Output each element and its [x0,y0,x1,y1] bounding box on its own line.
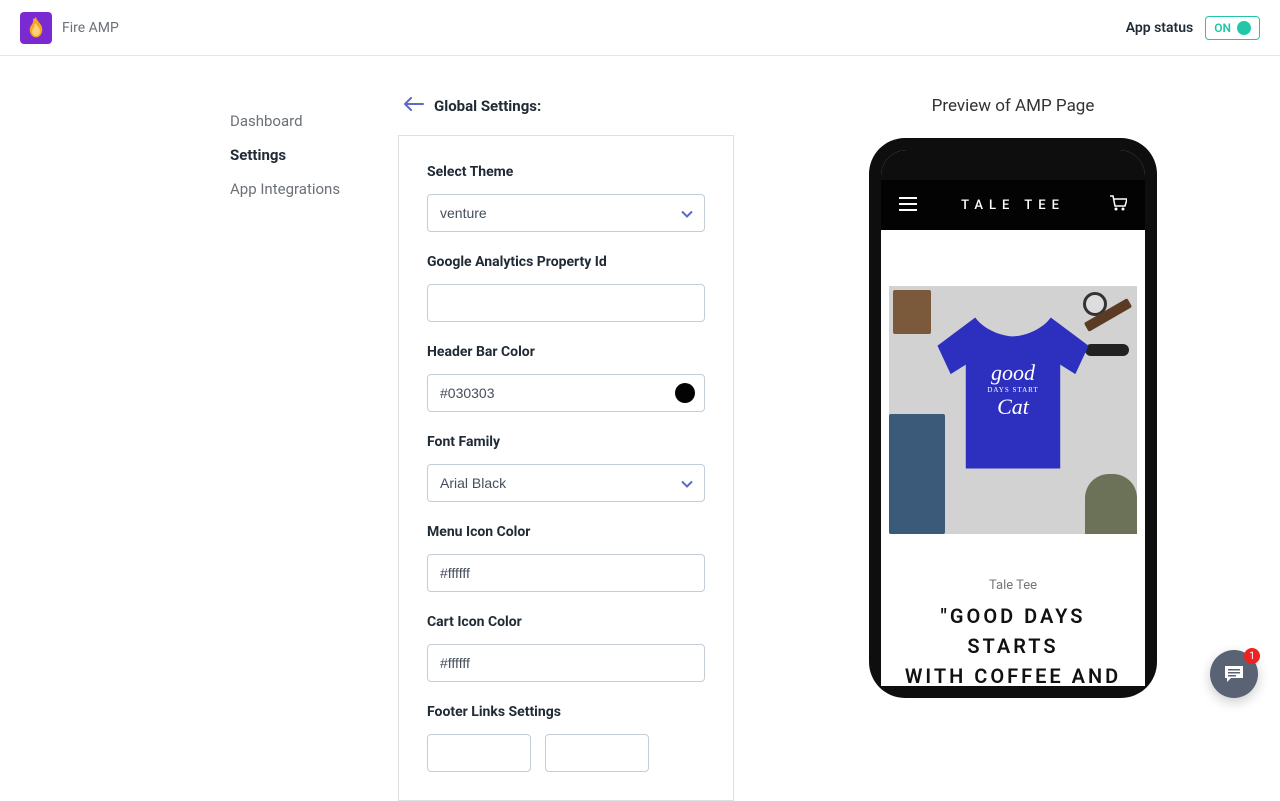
product-title: "GOOD DAYS STARTS WITH COFFEE AND [881,593,1145,686]
sidebar: Dashboard Settings App Integrations [0,56,398,801]
footer-link-input-2[interactable] [545,734,649,772]
store-name: TALE TEE [961,198,1065,213]
header-bar-color-label: Header Bar Color [427,344,705,360]
status-text: ON [1214,21,1231,35]
app-name: Fire AMP [62,20,119,36]
header-bar-color-input[interactable] [427,374,705,412]
app-status-toggle[interactable]: ON [1205,16,1260,40]
flame-icon [26,17,46,39]
chat-icon [1223,664,1245,684]
page-title: Global Settings: [434,97,541,115]
preview-column: Preview of AMP Page TALE TEE [768,56,1188,801]
footer-link-input-1[interactable] [427,734,531,772]
menu-icon-color-input[interactable] [427,554,705,592]
font-family-dropdown[interactable]: Arial Black [427,464,705,502]
settings-card: Select Theme venture Google Analytics Pr… [398,135,734,801]
phone-screen: TALE TEE [881,150,1145,686]
select-theme-dropdown[interactable]: venture [427,194,705,232]
product-image: good DAYS START Cat [889,286,1137,534]
ga-id-input[interactable] [427,284,705,322]
preview-body: good DAYS START Cat Tale Tee "GOOD DAYS … [881,230,1145,686]
hamburger-icon[interactable] [899,196,917,215]
status-dot-icon [1237,21,1251,35]
app-status-label: App status [1126,20,1194,36]
shirt-graphic-text: good DAYS START Cat [987,360,1038,420]
ga-id-label: Google Analytics Property Id [427,254,705,270]
preview-store-header: TALE TEE [881,180,1145,230]
app-logo [20,12,52,44]
settings-form-column: Global Settings: Select Theme venture Go… [398,56,768,801]
sidebar-item-app-integrations[interactable]: App Integrations [230,172,398,206]
phone-notch [881,150,1145,180]
chat-badge: 1 [1244,648,1260,664]
phone-frame: TALE TEE [869,138,1157,698]
chat-widget-button[interactable]: 1 [1210,650,1258,698]
select-theme-label: Select Theme [427,164,705,180]
cart-icon-color-input[interactable] [427,644,705,682]
color-swatch-icon[interactable] [675,383,695,403]
footer-links-label: Footer Links Settings [427,704,705,720]
cart-icon[interactable] [1109,195,1127,215]
sidebar-item-settings[interactable]: Settings [230,138,398,172]
menu-icon-color-label: Menu Icon Color [427,524,705,540]
top-bar: Fire AMP App status ON [0,0,1280,56]
cart-icon-color-label: Cart Icon Color [427,614,705,630]
font-family-label: Font Family [427,434,705,450]
back-arrow-icon[interactable] [404,96,424,115]
back-row: Global Settings: [398,96,768,115]
product-vendor: Tale Tee [881,578,1145,593]
sidebar-item-dashboard[interactable]: Dashboard [230,104,398,138]
preview-heading: Preview of AMP Page [932,96,1095,116]
